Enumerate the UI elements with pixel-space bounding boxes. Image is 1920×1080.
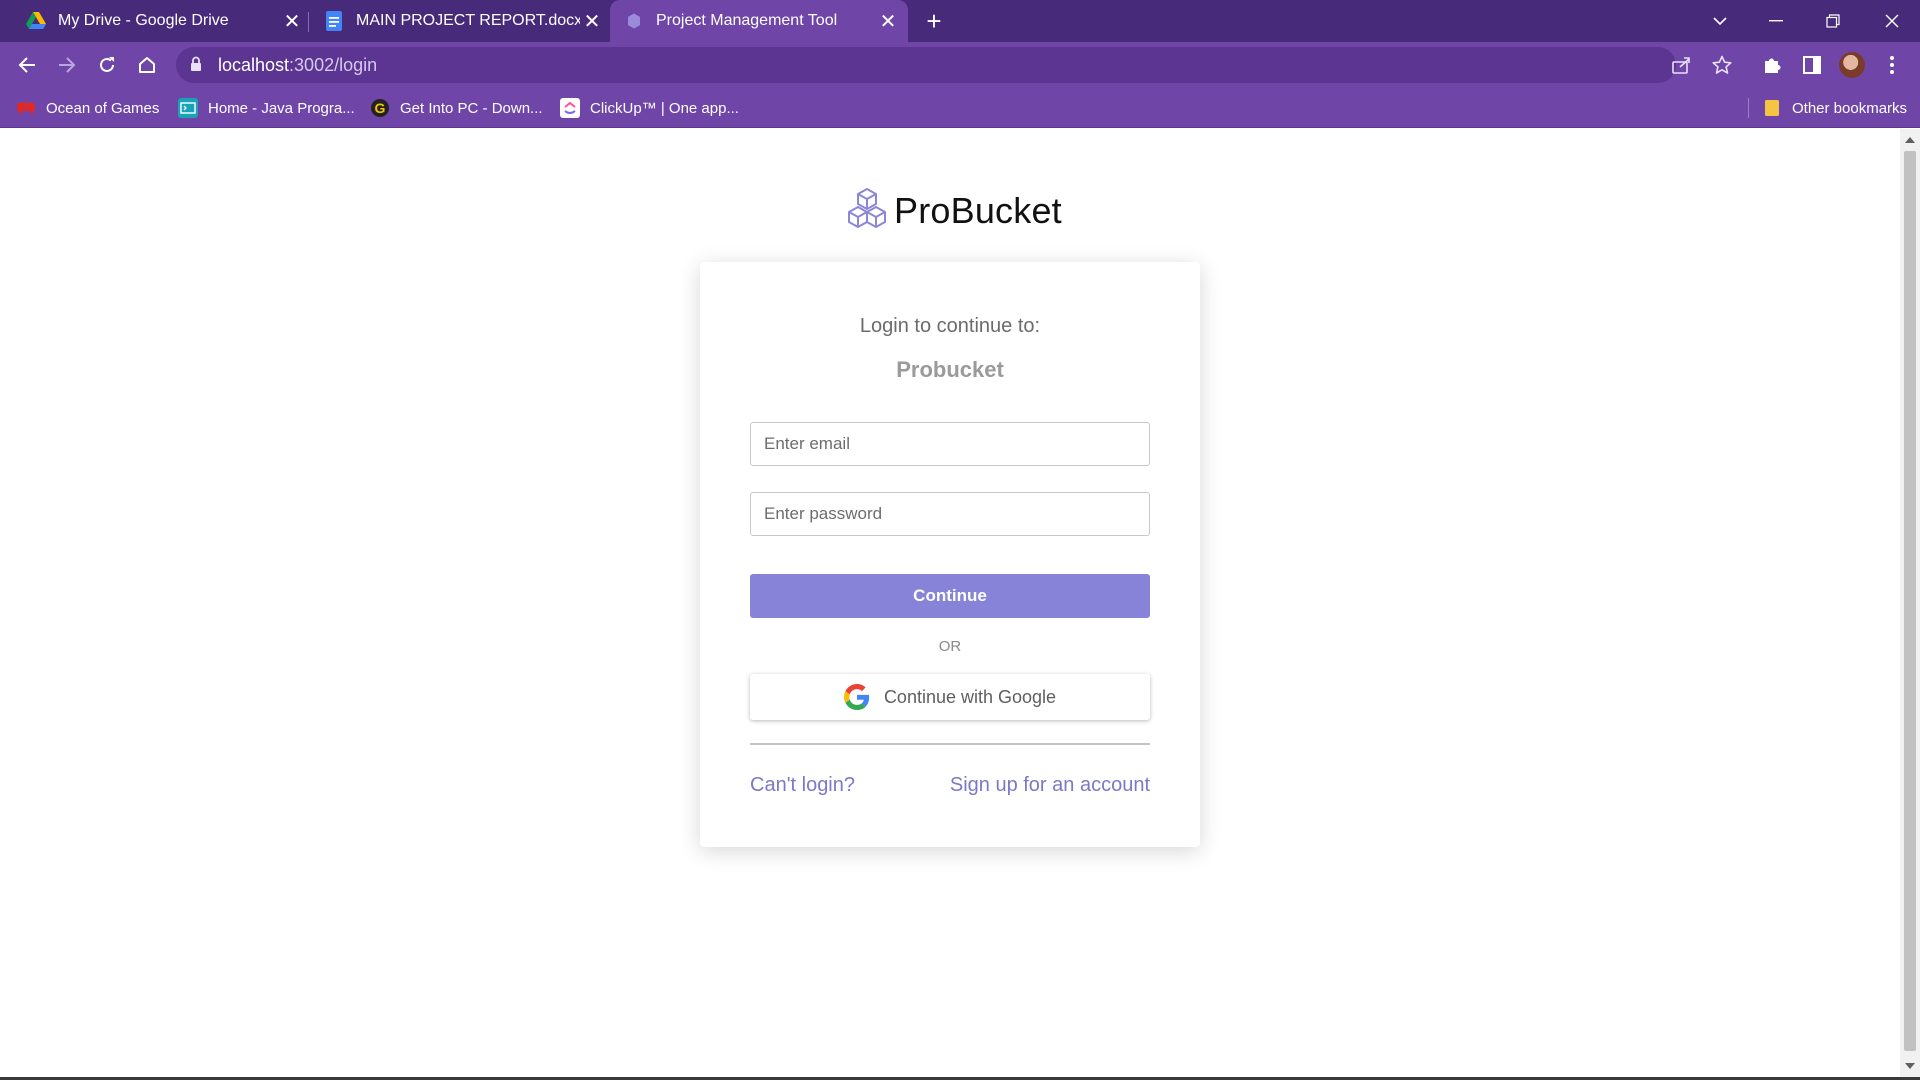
browser-tab-bar: My Drive - Google Drive ✕ MAIN PROJECT R… (0, 0, 1920, 42)
forward-arrow-icon[interactable] (51, 49, 83, 81)
app-name: Probucket (896, 357, 1004, 382)
google-signin-button[interactable]: Continue with Google (750, 674, 1150, 720)
signup-link[interactable]: Sign up for an account (950, 774, 1150, 797)
folder-icon (1762, 98, 1782, 118)
page-scrollbar[interactable] (1900, 129, 1920, 1077)
bookmark-separator (1748, 98, 1749, 118)
bookmarks-bar: Ocean of Games Home - Java Progra... G G… (0, 88, 1920, 128)
bookmark-get-into-pc[interactable]: G Get Into PC - Down... (370, 88, 543, 128)
tab-title: My Drive - Google Drive (58, 12, 229, 29)
cant-login-link[interactable]: Can't login? (750, 774, 855, 797)
bookmark-star-icon[interactable] (1710, 53, 1734, 77)
tab-close-icon[interactable]: ✕ (280, 9, 304, 33)
kebab-menu-icon[interactable] (1876, 49, 1908, 81)
getintopc-icon: G (370, 98, 390, 118)
side-panel-icon[interactable] (1796, 49, 1828, 81)
tab-search-chevron-icon[interactable] (1692, 0, 1748, 42)
google-button-label: Continue with Google (883, 686, 1057, 707)
bookmark-clickup[interactable]: ClickUp™ | One app... (560, 88, 739, 128)
bookmark-other-bookmarks[interactable]: Other bookmarks (1762, 88, 1907, 128)
password-input[interactable] (750, 492, 1150, 536)
address-url: localhost:3002/login (218, 55, 378, 75)
tab-close-icon[interactable]: ✕ (876, 9, 900, 33)
tab-separator (308, 12, 309, 32)
extensions-puzzle-icon[interactable] (1756, 49, 1788, 81)
card-divider (750, 743, 1150, 745)
google-docs-icon (324, 11, 344, 31)
google-g-icon (843, 684, 870, 710)
bookmark-label: Ocean of Games (46, 99, 160, 117)
clickup-icon (560, 98, 580, 118)
bookmark-label: Other bookmarks (1792, 99, 1908, 117)
login-card: Login to continue to: Probucket Continue… (700, 262, 1200, 847)
bookmark-ocean-of-games[interactable]: Ocean of Games (16, 88, 159, 128)
tab-title: Project Management Tool (656, 12, 838, 29)
lock-icon[interactable] (190, 56, 202, 77)
bookmark-label: ClickUp™ | One app... (590, 99, 739, 117)
google-drive-icon (26, 11, 46, 31)
svg-text:G: G (375, 100, 386, 116)
login-prompt: Login to continue to: (859, 315, 1041, 337)
back-arrow-icon[interactable] (11, 49, 43, 81)
probucket-favicon (624, 11, 644, 31)
tab-title: MAIN PROJECT REPORT.docx - G (356, 12, 580, 29)
window-close-icon[interactable] (1864, 0, 1920, 42)
bookmark-label: Home - Java Progra... (208, 99, 355, 117)
bookmark-java-programming[interactable]: Home - Java Progra... (178, 88, 355, 128)
tab-google-drive[interactable]: My Drive - Google Drive ✕ (14, 0, 304, 42)
java-site-icon (178, 98, 198, 118)
tab-close-icon[interactable]: ✕ (580, 9, 604, 33)
reload-icon[interactable] (91, 49, 123, 81)
scrollbar-thumb[interactable] (1904, 151, 1916, 1051)
scroll-down-arrow-icon[interactable] (1905, 1063, 1915, 1069)
home-icon[interactable] (131, 49, 163, 81)
minimize-icon[interactable] (1748, 0, 1804, 42)
gamepad-icon (16, 98, 36, 118)
probucket-logo-icon (848, 187, 886, 235)
new-tab-plus-icon[interactable]: + (920, 6, 948, 36)
restore-icon[interactable] (1805, 0, 1861, 42)
tab-main-project-report[interactable]: MAIN PROJECT REPORT.docx - G ✕ (314, 0, 604, 42)
browser-toolbar: localhost:3002/login (0, 42, 1920, 88)
profile-avatar[interactable] (1836, 49, 1868, 81)
email-input[interactable] (750, 422, 1150, 466)
brand-header: ProBucket (848, 186, 1062, 236)
brand-name: ProBucket (894, 190, 1062, 231)
continue-button[interactable]: Continue (750, 574, 1150, 618)
bookmark-label: Get Into PC - Down... (400, 99, 543, 117)
scroll-up-arrow-icon[interactable] (1905, 137, 1915, 143)
address-bar[interactable]: localhost:3002/login (176, 47, 1732, 83)
share-icon[interactable] (1670, 53, 1694, 77)
tab-project-management-tool[interactable]: Project Management Tool ✕ (610, 0, 908, 42)
or-separator: OR (938, 638, 962, 655)
